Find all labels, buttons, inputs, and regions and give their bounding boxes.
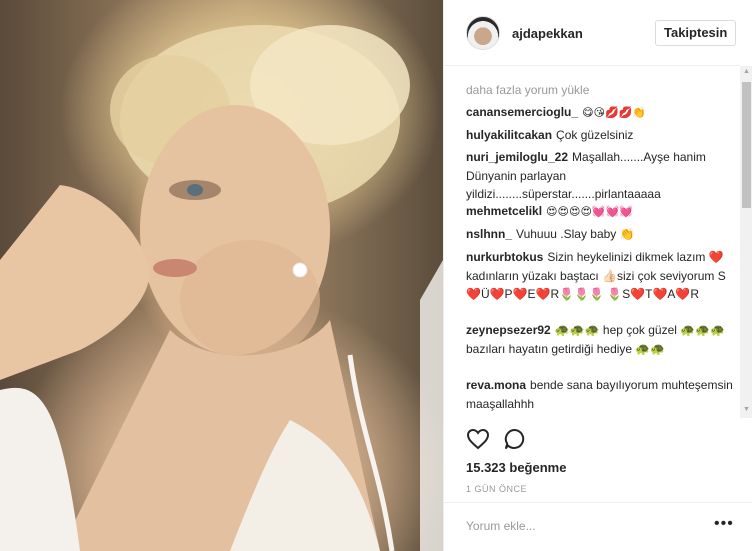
comments-list[interactable]: daha fazla yorum yükle canansemercioglu_… — [444, 66, 740, 418]
comment-text: 😍😍😍😍💓💓💓 — [546, 206, 634, 218]
comments-scrollbar[interactable]: ▲ ▼ — [740, 66, 752, 418]
comment: canansemercioglu_ 😋😘💋💋👏 — [466, 103, 734, 123]
follow-button[interactable]: Takiptesin — [655, 20, 737, 46]
scroll-down-arrow-icon[interactable]: ▼ — [743, 406, 750, 413]
comment-text: Çok güzelsiniz — [556, 128, 634, 142]
comment-user[interactable]: nurkurbtokus — [466, 250, 543, 264]
scrollbar-thumb[interactable] — [742, 82, 751, 208]
likes-count[interactable]: 15.323 beğenme — [466, 460, 566, 475]
add-comment-bar: Yorum ekle... ••• — [444, 502, 752, 551]
heart-icon[interactable] — [466, 427, 490, 451]
post-header: ajdapekkan Takiptesin — [444, 0, 740, 66]
comment-user[interactable]: hulyakilitcakan — [466, 128, 552, 142]
comment: nslhnn_ Vuhuuu .Slay baby 👏 — [466, 225, 734, 244]
comment-user[interactable]: nuri_jemiloglu_22 — [466, 150, 568, 164]
avatar[interactable] — [466, 16, 500, 50]
comment-text: Vuhuuu .Slay baby 👏 — [516, 227, 635, 241]
comment-user[interactable]: nslhnn_ — [466, 227, 512, 241]
post-timestamp[interactable]: 1 GÜN ÖNCE — [466, 484, 527, 494]
comment: zeynepsezer92 🐢🐢🐢 hep çok güzel 🐢🐢🐢 bazıl… — [466, 321, 734, 358]
comment: nurkurbtokus Sizin heykelinizi dikmek laz… — [466, 248, 734, 304]
comment: hulyakilitcakan Çok güzelsiniz — [466, 126, 734, 145]
portrait-illustration — [0, 25, 443, 551]
add-comment-input[interactable]: Yorum ekle... — [466, 519, 536, 533]
scroll-up-arrow-icon[interactable]: ▲ — [743, 68, 750, 75]
comment: reva.mona bende sana bayılıyorum muhteşem… — [466, 376, 734, 413]
comment-text: 😋😘💋💋👏 — [582, 107, 647, 119]
comment: mehmetcelikl 😍😍😍😍💓💓💓 — [466, 202, 734, 222]
post-side-panel: ajdapekkan Takiptesin daha fazla yorum y… — [443, 0, 752, 551]
comment: nuri_jemiloglu_22 Maşallah.......Ayşe han… — [466, 148, 734, 204]
comment-user[interactable]: canansemercioglu_ — [466, 105, 578, 119]
post-photo[interactable] — [0, 0, 443, 551]
comment-user[interactable]: zeynepsezer92 — [466, 323, 551, 337]
comment-user[interactable]: reva.mona — [466, 378, 526, 392]
username[interactable]: ajdapekkan — [512, 26, 583, 41]
comment-bubble-icon[interactable] — [503, 427, 527, 451]
load-more-comments-link[interactable]: daha fazla yorum yükle — [466, 83, 589, 97]
comment-user[interactable]: mehmetcelikl — [466, 204, 542, 218]
more-options-icon[interactable]: ••• — [714, 515, 734, 533]
